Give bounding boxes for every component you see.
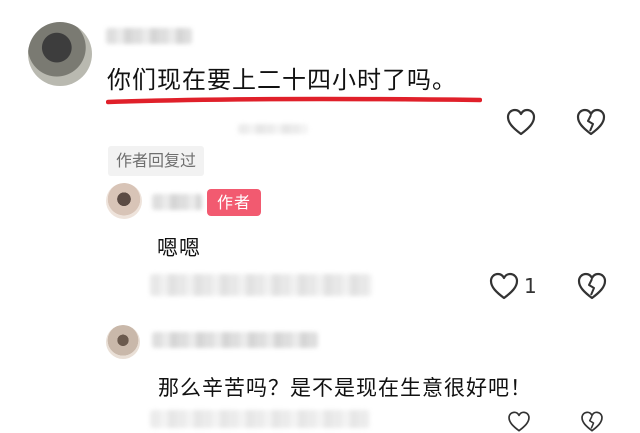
- broken-heart-icon[interactable]: [578, 410, 606, 433]
- comment-meta-blurred: [238, 124, 308, 134]
- reply-meta-blurred: [150, 410, 370, 428]
- reply-meta-blurred: [150, 274, 372, 296]
- heart-icon[interactable]: [505, 107, 537, 137]
- broken-heart-icon[interactable]: [576, 271, 608, 301]
- avatar[interactable]: [106, 325, 140, 359]
- username-blurred: [152, 194, 202, 210]
- heart-icon[interactable]: [488, 271, 520, 301]
- comment-text: 你们现在要上二十四小时了吗。: [107, 66, 457, 94]
- avatar[interactable]: [106, 183, 142, 219]
- author-replied-label[interactable]: 作者回复过: [108, 146, 205, 176]
- like-count: 1: [524, 274, 537, 298]
- heart-icon[interactable]: [505, 410, 533, 433]
- red-underline-annotation: [106, 96, 482, 105]
- username-blurred: [152, 332, 318, 348]
- reply-text: 嗯嗯: [157, 236, 201, 260]
- reply-text: 那么辛苦吗？是不是现在生意很好吧！: [158, 376, 532, 400]
- broken-heart-icon[interactable]: [575, 107, 607, 137]
- username-blurred: [106, 28, 192, 44]
- avatar[interactable]: [28, 22, 92, 86]
- author-badge: 作者: [207, 189, 261, 216]
